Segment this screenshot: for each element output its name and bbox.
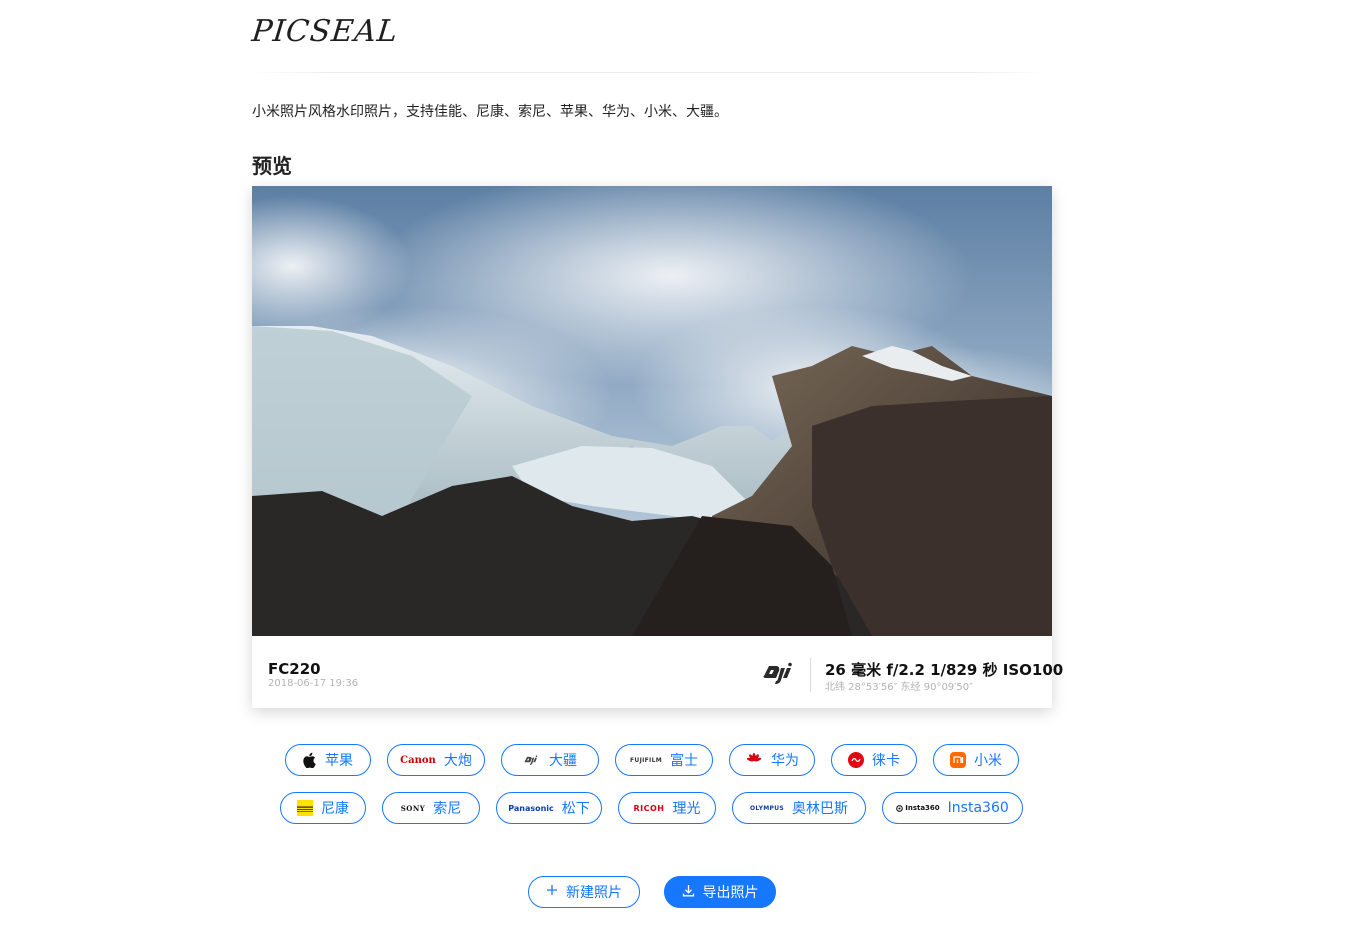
brand-button-dji[interactable]: 大疆 (501, 744, 599, 776)
brand-label: 苹果 (325, 753, 353, 769)
insta360-logo-text: Insta360 (905, 804, 940, 812)
preview-card: FC220 2018-06-17 19:36 26 毫米 f/2.2 1/829… (252, 186, 1063, 708)
brand-label: 小米 (974, 753, 1002, 769)
canon-logo-icon: Canon (400, 754, 436, 766)
brand-label: 尼康 (321, 801, 349, 817)
olympus-logo-icon: OLYMPUS (750, 804, 784, 812)
xiaomi-logo-icon (950, 752, 966, 768)
brand-label: 松下 (561, 801, 590, 817)
brand-button-apple[interactable]: 苹果 (285, 744, 371, 776)
camera-model: FC220 (268, 660, 321, 678)
brand-label: 大疆 (549, 753, 577, 769)
capture-datetime: 2018-06-17 19:36 (268, 678, 359, 689)
dji-logo-icon (760, 660, 800, 686)
ricoh-logo-icon: RICOH (633, 803, 665, 813)
brand-label: 理光 (672, 801, 701, 817)
plus-icon (546, 884, 558, 900)
header-divider (252, 72, 1048, 73)
brand-button-huawei[interactable]: 华为 (729, 744, 815, 776)
export-photo-button[interactable]: 导出照片 (664, 876, 776, 908)
brand-button-xiaomi[interactable]: 小米 (933, 744, 1019, 776)
app-logo: PICSEAL (250, 14, 400, 49)
brand-label: 富士 (669, 753, 698, 769)
mountain-photo (252, 186, 1052, 636)
preview-photo (252, 186, 1052, 636)
preview-title: 预览 (252, 154, 292, 178)
nikon-logo-icon (297, 800, 313, 816)
brand-label: 徕卡 (872, 753, 900, 769)
sony-logo-icon: SONY (400, 803, 426, 813)
new-photo-label: 新建照片 (566, 885, 622, 901)
intro-description: 小米照片风格水印照片，支持佳能、尼康、索尼、苹果、华为、小米、大疆。 (252, 104, 728, 120)
export-photo-label: 导出照片 (702, 885, 759, 901)
brand-button-sony[interactable]: SONY 索尼 (382, 792, 480, 824)
brand-button-insta360[interactable]: Insta360 Insta360 (882, 792, 1023, 824)
exposure-params: 26 毫米 f/2.2 1/829 秒 ISO100 (825, 661, 1064, 679)
brand-button-nikon[interactable]: 尼康 (280, 792, 366, 824)
leica-logo-icon (848, 752, 864, 768)
brand-button-olympus[interactable]: OLYMPUS 奥林巴斯 (732, 792, 866, 824)
apple-logo-icon (303, 752, 317, 768)
huawei-logo-icon (745, 753, 763, 767)
new-photo-button[interactable]: 新建照片 (528, 876, 640, 908)
brand-label: 索尼 (433, 801, 462, 817)
brand-button-fujifilm[interactable]: FUJIFILM 富士 (615, 744, 713, 776)
brand-button-panasonic[interactable]: Panasonic 松下 (496, 792, 602, 824)
brand-label: 奥林巴斯 (792, 801, 848, 817)
fujifilm-logo-icon: FUJIFILM (630, 756, 662, 764)
download-icon (682, 884, 695, 901)
brand-label: 大炮 (443, 753, 472, 769)
brand-button-leica[interactable]: 徕卡 (831, 744, 917, 776)
brand-label: 华为 (771, 753, 799, 769)
panasonic-logo-icon: Panasonic (508, 803, 554, 813)
brand-button-canon[interactable]: Canon 大炮 (387, 744, 485, 776)
brand-button-ricoh[interactable]: RICOH 理光 (618, 792, 716, 824)
insta360-logo-icon: Insta360 (896, 804, 940, 812)
gps-location: 北纬 28°53′56″ 东经 90°09′50″ (825, 682, 973, 693)
dji-logo-icon (523, 754, 541, 766)
watermark-separator (810, 658, 811, 692)
brand-label: Insta360 (947, 800, 1009, 816)
